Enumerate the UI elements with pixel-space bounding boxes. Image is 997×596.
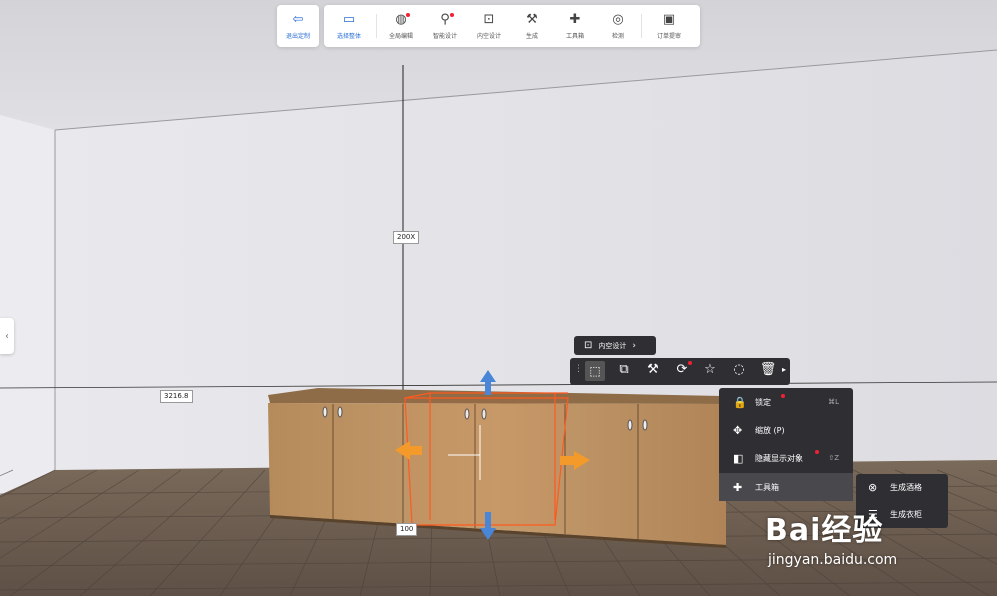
cabinet-handle	[627, 419, 633, 431]
menu-item-lock[interactable]: 🔒 锁定 ⌘L	[719, 388, 853, 416]
globe-edit-icon: ◍	[395, 11, 407, 27]
generate-icon: ⚒	[526, 11, 538, 27]
notification-dot	[781, 394, 785, 398]
global-edit-button[interactable]: ◍ 全局编辑	[379, 5, 423, 47]
check-button[interactable]: ◎ 检测	[597, 5, 639, 47]
menu-item-scale[interactable]: ✥ 缩放 (P)	[719, 416, 853, 444]
cabinet-handle	[322, 406, 328, 418]
drag-handle-icon[interactable]: ⋮	[574, 364, 583, 374]
exit-custom-button[interactable]: ⇦ 退出定制	[277, 5, 319, 47]
menu-item-toolbox[interactable]: ✚ 工具箱	[719, 473, 853, 501]
inner-design-pill[interactable]: ⊡ 内空设计 ›	[574, 336, 656, 355]
smart-design-button[interactable]: ⚲ 智能设计	[423, 5, 467, 47]
generate-button[interactable]: ⚒ 生成	[511, 5, 553, 47]
left-wall	[0, 115, 55, 495]
select-icon: ▭	[342, 11, 356, 27]
cabinet-handle	[642, 419, 648, 431]
order-review-button[interactable]: ▣ 订单提审	[644, 5, 694, 47]
lock-icon: 🔒	[733, 395, 747, 409]
context-menu: 🔒 锁定 ⌘L ✥ 缩放 (P) ◧ 隐藏显示对象 ⇧Z ✚ 工具箱	[719, 388, 853, 501]
inner-space-button[interactable]: ⊡ 内空设计	[467, 5, 511, 47]
object-context-toolbar: ⋮ ⬚ ⧉ ⚒ ⟳ ☆ ◌ 🗑 ▸	[570, 358, 790, 385]
inner-space-icon: ⊡	[483, 11, 495, 27]
star-icon[interactable]: ☆	[699, 362, 721, 377]
move-icon: ✥	[733, 423, 743, 437]
toolbox-button[interactable]: ✚ 工具箱	[553, 5, 597, 47]
wine-rack-icon: ⊗	[868, 481, 878, 494]
submenu-item-wine-rack[interactable]: ⊗ 生成酒格	[856, 474, 948, 501]
distance-dimension-label[interactable]: 3216.8	[160, 390, 193, 403]
notification-dot	[406, 13, 410, 17]
cabinet-handle	[337, 406, 343, 418]
bottom-dimension-label[interactable]: 100	[396, 523, 418, 536]
menu-item-hide-show[interactable]: ◧ 隐藏显示对象 ⇧Z	[719, 444, 853, 472]
notification-dot	[688, 361, 692, 365]
more-arrow-icon[interactable]: ▸	[782, 365, 786, 374]
select-whole-button[interactable]: ▭ 选择整体	[324, 5, 374, 47]
select-box-icon[interactable]: ⬚	[585, 361, 605, 381]
puzzle-icon: ✚	[569, 11, 581, 27]
exit-toolbar: ⇦ 退出定制	[277, 5, 319, 47]
notification-dot	[815, 450, 819, 454]
trash-icon[interactable]: 🗑	[757, 362, 779, 377]
toolbar-divider	[641, 14, 642, 38]
check-icon: ◎	[612, 11, 624, 27]
height-dimension-label[interactable]: 200X	[393, 231, 420, 244]
exit-icon: ⇦	[292, 11, 304, 27]
baidu-watermark-logo: Bai经验	[765, 513, 884, 548]
selection-box[interactable]	[404, 392, 569, 526]
chevron-right-icon: ›	[632, 340, 636, 351]
notification-dot	[450, 13, 454, 17]
smart-design-icon: ⚲	[440, 11, 450, 27]
visibility-icon: ◧	[733, 451, 744, 465]
inner-space-icon: ⊡	[584, 340, 593, 351]
side-collapse-tab[interactable]: ‹	[0, 318, 14, 354]
hide-icon[interactable]: ◌	[728, 362, 750, 377]
copy-icon[interactable]: ⧉	[613, 362, 635, 377]
baidu-watermark-url: jingyan.baidu.com	[768, 552, 898, 568]
main-toolbar: ▭ 选择整体 ◍ 全局编辑 ⚲ 智能设计 ⊡ 内空设计 ⚒ 生成 ✚ 工具箱 ◎…	[324, 5, 700, 47]
build-icon[interactable]: ⚒	[642, 362, 664, 377]
puzzle-icon: ✚	[733, 480, 743, 494]
order-icon: ▣	[662, 11, 676, 27]
toolbar-divider	[376, 14, 377, 38]
